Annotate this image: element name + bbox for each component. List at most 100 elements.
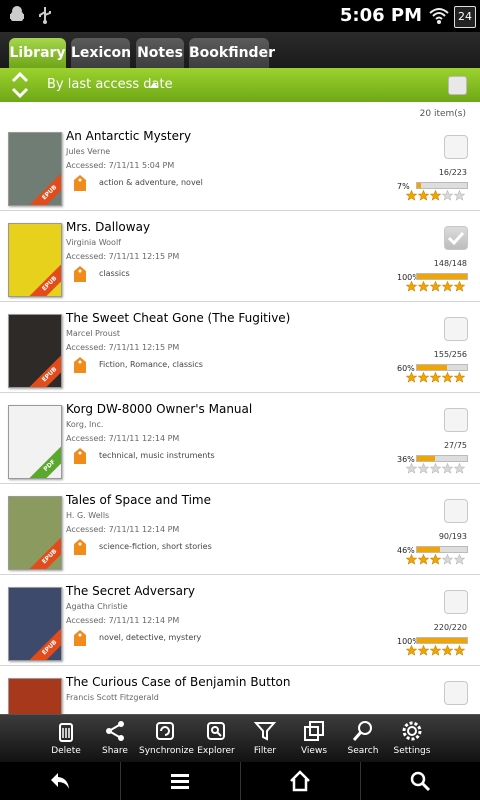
toolbar-label: Settings xyxy=(393,746,431,756)
star-icon[interactable] xyxy=(406,372,417,383)
book-cover: EPUB xyxy=(8,223,62,297)
book-tags: science-fiction, short stories xyxy=(99,542,212,551)
star-icon[interactable] xyxy=(442,463,453,474)
delete-button[interactable]: Delete xyxy=(40,719,92,756)
tag-icon xyxy=(74,175,86,191)
star-icon[interactable] xyxy=(430,372,441,383)
home-button[interactable] xyxy=(240,762,360,800)
filter-button[interactable]: Filter xyxy=(239,719,291,756)
book-row[interactable]: EPUB Tales of Space and Time H. G. Wells… xyxy=(0,484,480,575)
progress-bar xyxy=(416,637,468,644)
star-icon[interactable] xyxy=(430,463,441,474)
search-key-button[interactable] xyxy=(360,762,480,800)
book-checkbox[interactable] xyxy=(444,226,468,250)
book-title: Tales of Space and Time xyxy=(66,493,212,507)
back-button[interactable] xyxy=(0,762,120,800)
book-cover: EPUB xyxy=(8,314,62,388)
book-checkbox[interactable] xyxy=(444,681,468,705)
views-button[interactable]: Views xyxy=(288,719,340,756)
star-icon[interactable] xyxy=(430,190,441,201)
star-icon[interactable] xyxy=(454,645,465,656)
synchronize-button[interactable]: Synchronize xyxy=(139,719,194,756)
book-cover: EPUB xyxy=(8,496,62,570)
star-icon[interactable] xyxy=(418,281,429,292)
star-icon[interactable] xyxy=(442,554,453,565)
folder-icon xyxy=(207,722,225,740)
star-icon[interactable] xyxy=(418,645,429,656)
star-icon[interactable] xyxy=(418,190,429,201)
tab-lexicon[interactable]: Lexicon xyxy=(71,38,131,68)
star-icon[interactable] xyxy=(418,372,429,383)
share-button[interactable]: Share xyxy=(89,719,141,756)
star-icon[interactable] xyxy=(454,281,465,292)
book-author: Marcel Proust xyxy=(66,329,121,338)
search-button[interactable]: Search xyxy=(337,719,389,756)
tag-icon xyxy=(74,539,86,555)
book-checkbox[interactable] xyxy=(444,317,468,341)
book-title: Mrs. Dalloway xyxy=(66,220,151,234)
book-row[interactable]: EPUB The Sweet Cheat Gone (The Fugitive)… xyxy=(0,302,480,393)
tab-bookfinder[interactable]: Bookfinder xyxy=(189,38,275,68)
star-icon[interactable] xyxy=(442,645,453,656)
star-icon[interactable] xyxy=(454,372,465,383)
action-toolbar: Delete Share Synchronize Explorer Filter… xyxy=(0,714,480,763)
book-checkbox[interactable] xyxy=(444,590,468,614)
book-list: EPUB An Antarctic Mystery Jules Verne Ac… xyxy=(0,120,480,714)
book-row[interactable]: EPUB Mrs. Dalloway Virginia Woolf Access… xyxy=(0,211,480,302)
book-row[interactable]: EPUB An Antarctic Mystery Jules Verne Ac… xyxy=(0,120,480,211)
rating-stars[interactable] xyxy=(406,645,465,656)
rating-stars[interactable] xyxy=(406,190,465,201)
book-author: Korg, Inc. xyxy=(66,420,104,429)
wifi-icon xyxy=(429,8,449,24)
home-icon xyxy=(290,770,310,792)
explorer-button[interactable]: Explorer xyxy=(190,719,242,756)
book-checkbox[interactable] xyxy=(444,499,468,523)
trash-icon xyxy=(59,723,73,742)
book-author: H. G. Wells xyxy=(66,511,110,520)
battery-indicator: 24 xyxy=(454,6,476,28)
star-icon[interactable] xyxy=(430,281,441,292)
tab-library[interactable]: Library xyxy=(9,38,66,68)
star-icon[interactable] xyxy=(406,554,417,565)
toolbar-label: Explorer xyxy=(197,746,235,756)
settings-button[interactable]: Settings xyxy=(386,719,438,756)
book-row[interactable]: The Curious Case of Benjamin Button Fran… xyxy=(0,666,480,714)
rating-stars[interactable] xyxy=(406,372,465,383)
book-checkbox[interactable] xyxy=(444,408,468,432)
star-icon[interactable] xyxy=(406,463,417,474)
star-icon[interactable] xyxy=(406,281,417,292)
progress-fill xyxy=(417,183,421,188)
star-icon[interactable] xyxy=(454,554,465,565)
rating-stars[interactable] xyxy=(406,463,465,474)
book-checkbox[interactable] xyxy=(444,135,468,159)
book-tags: classics xyxy=(99,269,130,278)
rating-stars[interactable] xyxy=(406,281,465,292)
book-tags: action & adventure, novel xyxy=(99,178,203,187)
rating-stars[interactable] xyxy=(406,554,465,565)
dropdown-caret-icon xyxy=(150,82,158,88)
star-icon[interactable] xyxy=(430,554,441,565)
book-author: Agatha Christie xyxy=(66,602,128,611)
progress-fill xyxy=(417,365,447,370)
star-icon[interactable] xyxy=(418,463,429,474)
star-icon[interactable] xyxy=(430,645,441,656)
star-icon[interactable] xyxy=(442,190,453,201)
book-pages: 220/220 xyxy=(433,623,467,632)
menu-button[interactable] xyxy=(120,762,240,800)
book-accessed: Accessed: 7/11/11 12:15 PM xyxy=(66,252,180,261)
star-icon[interactable] xyxy=(454,190,465,201)
star-icon[interactable] xyxy=(454,463,465,474)
book-cover xyxy=(8,678,62,714)
book-accessed: Accessed: 7/11/11 5:04 PM xyxy=(66,161,175,170)
select-all-checkbox[interactable] xyxy=(448,76,467,95)
book-row[interactable]: EPUB The Secret Adversary Agatha Christi… xyxy=(0,575,480,666)
cover-art xyxy=(14,230,56,278)
star-icon[interactable] xyxy=(406,190,417,201)
star-icon[interactable] xyxy=(406,645,417,656)
tab-notes[interactable]: Notes xyxy=(136,38,184,68)
book-row[interactable]: PDF Korg DW-8000 Owner's Manual Korg, In… xyxy=(0,393,480,484)
star-icon[interactable] xyxy=(442,372,453,383)
star-icon[interactable] xyxy=(442,281,453,292)
star-icon[interactable] xyxy=(418,554,429,565)
sort-order-icon[interactable] xyxy=(10,71,30,99)
